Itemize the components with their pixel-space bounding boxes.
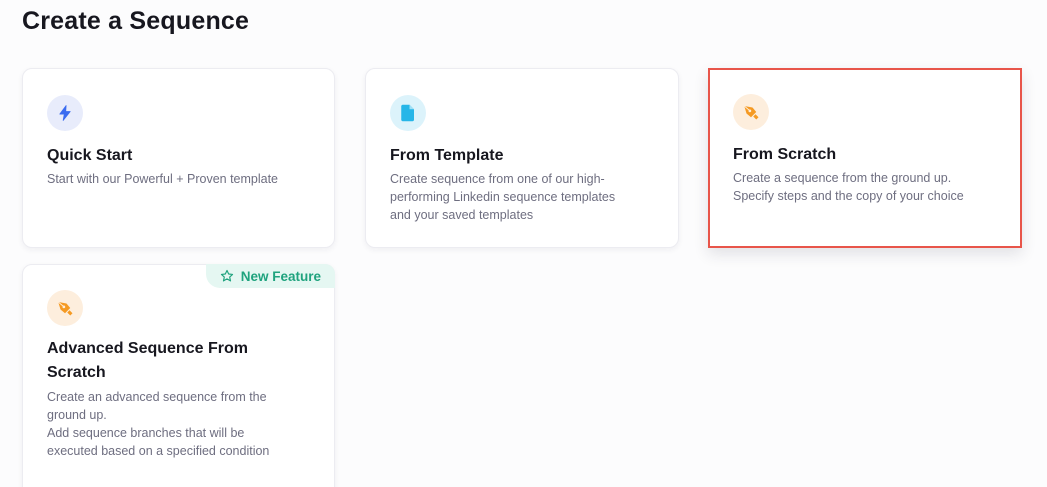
card-description: Create an advanced sequence from the gro…	[47, 390, 270, 458]
from-scratch-card[interactable]: From Scratch Create a sequence from the …	[708, 68, 1022, 248]
from-template-card[interactable]: From Template Create sequence from one o…	[365, 68, 679, 248]
badge-label: New Feature	[240, 268, 321, 284]
card-title: From Template	[390, 147, 504, 164]
card-title: Quick Start	[47, 147, 133, 164]
card-description: Start with our Powerful + Proven templat…	[47, 172, 279, 186]
document-icon	[390, 95, 426, 131]
card-description: Create a sequence from the ground up. Sp…	[733, 171, 964, 203]
pen-nib-icon	[47, 290, 83, 326]
card-description: Create sequence from one of our high- pe…	[390, 172, 616, 222]
advanced-sequence-card[interactable]: New Feature Advanced Sequence From Scrat…	[22, 264, 335, 487]
card-title: Advanced Sequence From Scratch	[47, 340, 248, 381]
lightning-icon	[47, 95, 83, 131]
pen-nib-icon	[733, 94, 769, 130]
star-outline-icon	[220, 269, 234, 283]
card-title: From Scratch	[733, 146, 837, 163]
quick-start-card[interactable]: Quick Start Start with our Powerful + Pr…	[22, 68, 335, 248]
page-title: Create a Sequence	[22, 7, 250, 35]
new-feature-badge: New Feature	[205, 264, 335, 288]
